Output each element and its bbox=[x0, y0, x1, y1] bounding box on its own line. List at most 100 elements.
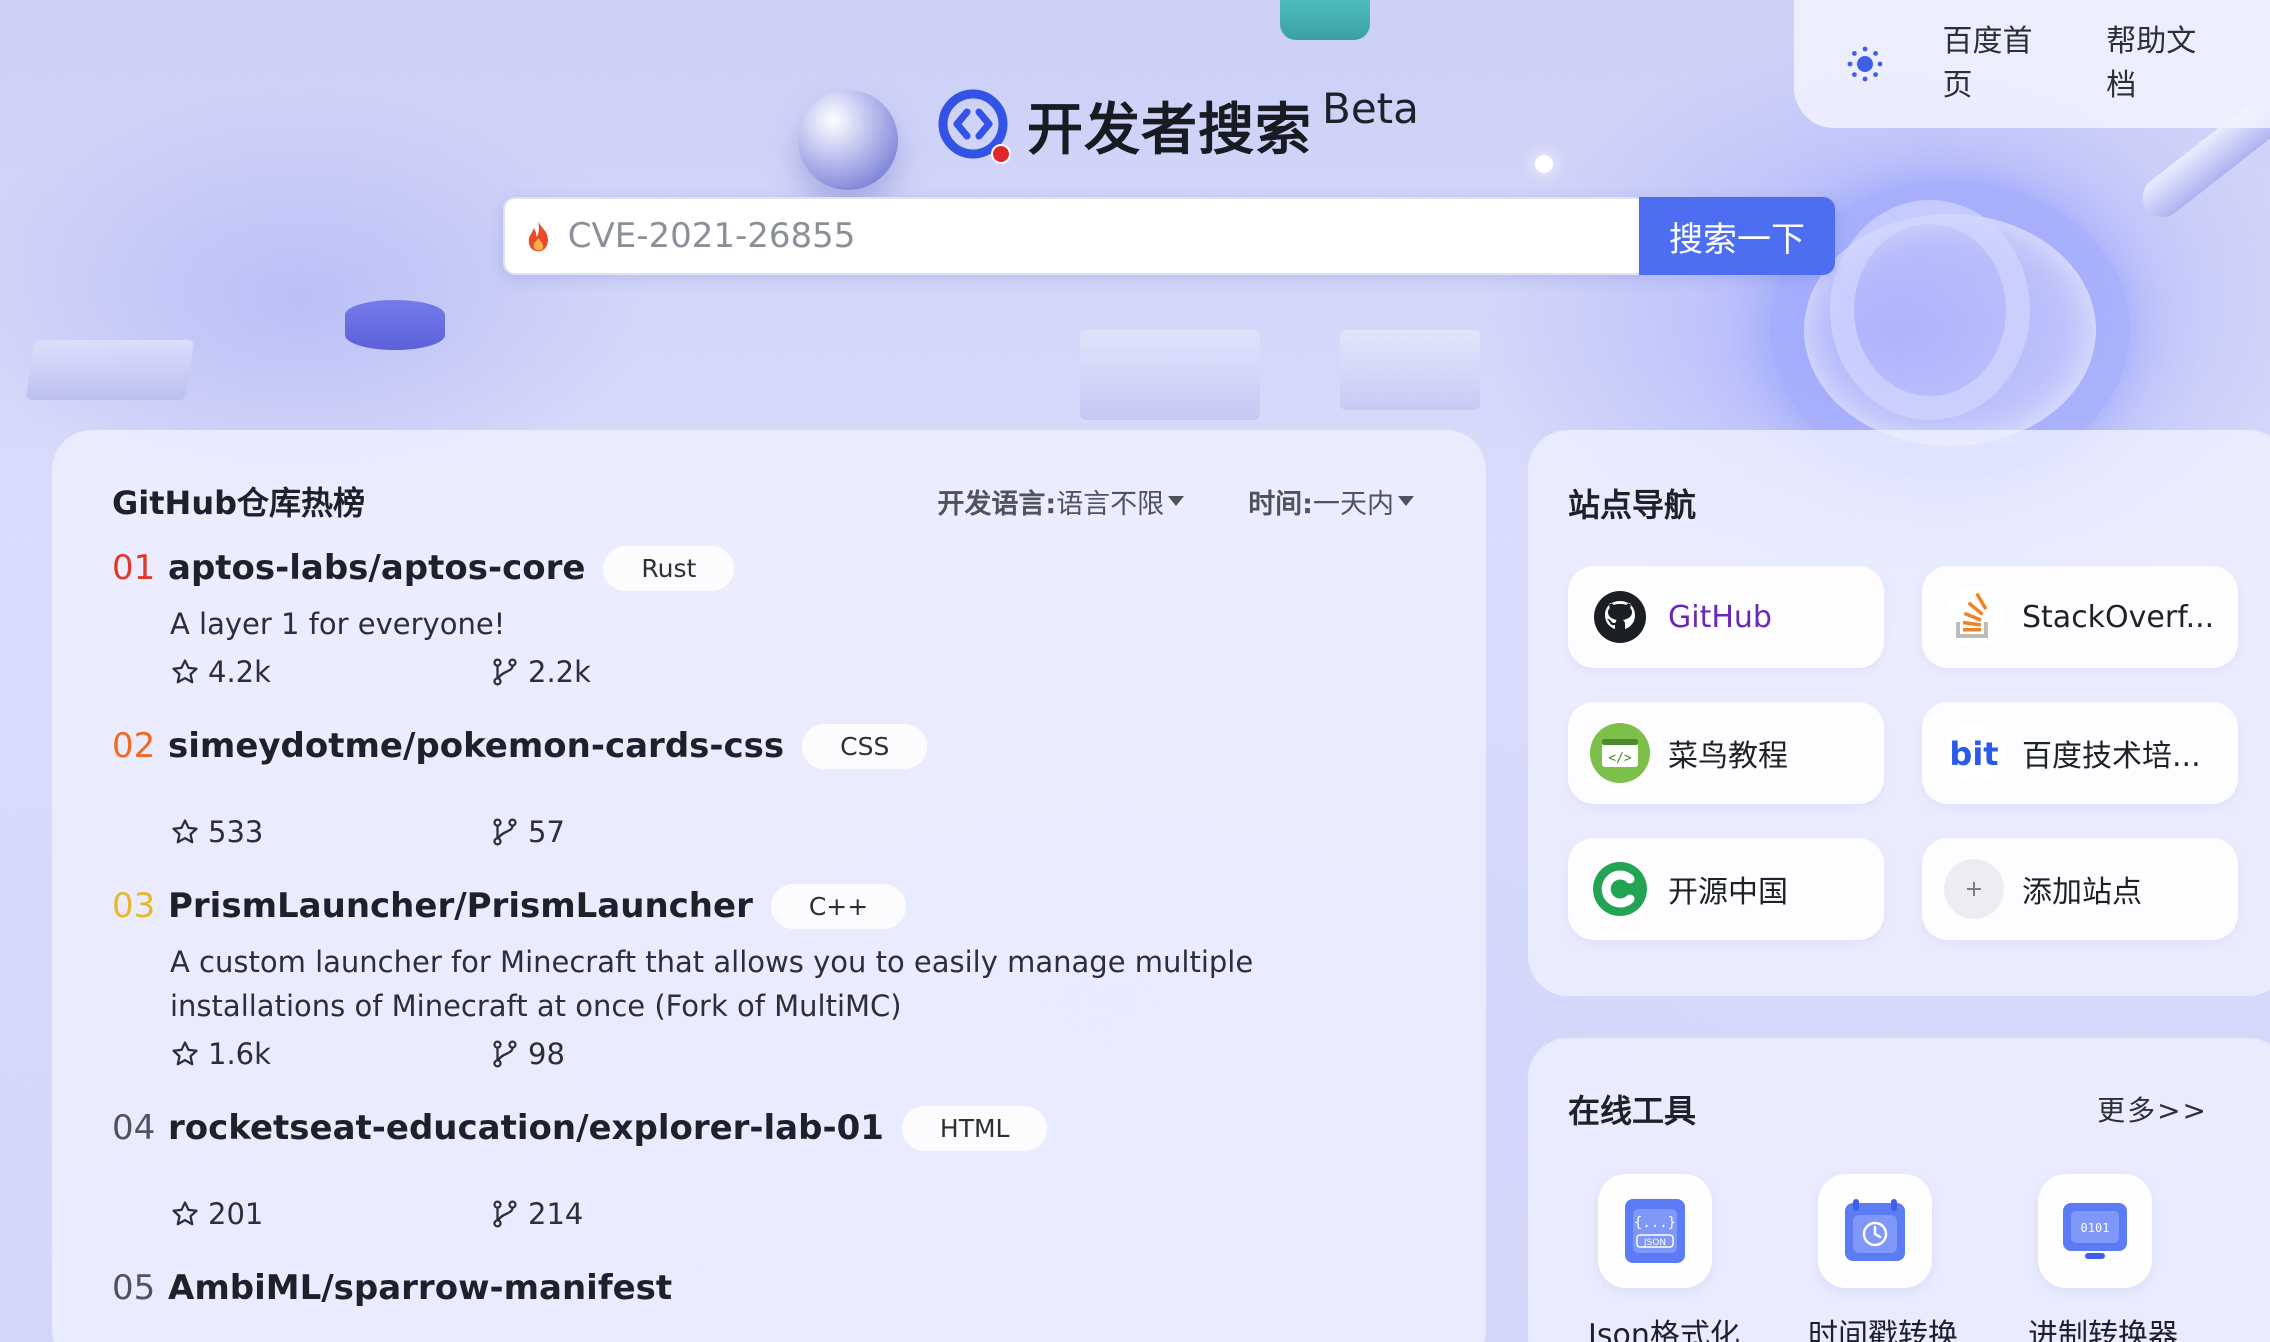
github-icon bbox=[1590, 587, 1650, 647]
svg-text:JSON: JSON bbox=[1643, 1238, 1666, 1248]
star-count: 1.6k bbox=[208, 1037, 271, 1071]
repo-forks: 98 bbox=[490, 1037, 810, 1071]
star-count: 533 bbox=[208, 815, 264, 849]
fork-count: 2.2k bbox=[528, 655, 591, 689]
star-icon bbox=[172, 819, 198, 844]
svg-text:0101: 0101 bbox=[2081, 1221, 2110, 1235]
site-item-runoob[interactable]: </> 菜鸟教程 bbox=[1568, 702, 1884, 804]
star-icon bbox=[172, 1041, 198, 1066]
repo-stats: 201 214 bbox=[170, 1194, 1426, 1234]
theme-toggle-sun-icon[interactable] bbox=[1844, 42, 1886, 86]
search-button[interactable]: 搜索一下 bbox=[1639, 197, 1835, 275]
filter-value: 一天内 bbox=[1313, 488, 1394, 520]
site-item-github[interactable]: GitHub bbox=[1568, 566, 1884, 668]
time-filter-dropdown[interactable]: 时间: 一天内 bbox=[1248, 482, 1414, 521]
repo-rank: 02 bbox=[112, 726, 156, 766]
repo-header: 03 PrismLauncher/PrismLauncher C++ bbox=[112, 878, 1426, 934]
site-label: 菜鸟教程 bbox=[1668, 739, 1788, 774]
repo-stars: 4.2k bbox=[170, 655, 490, 689]
background-sphere bbox=[798, 90, 898, 190]
runoob-icon: </> bbox=[1590, 723, 1650, 783]
filter-label: 开发语言: bbox=[937, 488, 1057, 520]
repo-stats: 4.2k 2.2k bbox=[170, 652, 1426, 692]
repo-forks: 2.2k bbox=[490, 655, 810, 689]
github-trending-title: GitHub仓库热榜 bbox=[112, 484, 366, 522]
repo-item: 02 simeydotme/pokemon-cards-css CSS 533 57 bbox=[112, 718, 1426, 852]
repo-header: 04 rocketseat-education/explorer-lab-01 HT… bbox=[112, 1100, 1426, 1156]
site-item-stackoverflow[interactable]: StackOverf... bbox=[1922, 566, 2238, 668]
caret-down-icon bbox=[1398, 496, 1414, 506]
online-tools-title: 在线工具 bbox=[1568, 1092, 1697, 1130]
github-trending-card: GitHub仓库热榜 开发语言: 语言不限 时间: 一天内 01 aptos-la… bbox=[52, 430, 1486, 1342]
hot-flame-icon bbox=[528, 220, 548, 252]
trending-filters: 开发语言: 语言不限 时间: 一天内 bbox=[873, 482, 1414, 521]
more-tools-link[interactable]: 更多>> bbox=[2097, 1089, 2208, 1129]
fork-count: 214 bbox=[528, 1197, 584, 1231]
svg-text:{...}: {...} bbox=[1634, 1215, 1676, 1231]
repo-name-link[interactable]: PrismLauncher/PrismLauncher bbox=[168, 886, 753, 926]
search-field[interactable] bbox=[503, 197, 1639, 275]
repo-language-tag: HTML bbox=[901, 1105, 1048, 1151]
site-label: GitHub bbox=[1668, 599, 1772, 635]
logo-beta-badge: Beta bbox=[1322, 84, 1419, 133]
site-label: 添加站点 bbox=[2022, 875, 2142, 910]
filter-value: 语言不限 bbox=[1056, 488, 1165, 520]
fork-icon bbox=[493, 1040, 517, 1068]
tool-radix-converter[interactable]: 0101 进制转换器 bbox=[2028, 1174, 2248, 1342]
repo-language-tag: Rust bbox=[603, 545, 735, 591]
add-site-button[interactable]: 添加站点 bbox=[1922, 838, 2238, 940]
search-input[interactable] bbox=[567, 216, 1639, 256]
repo-forks: 57 bbox=[490, 815, 810, 849]
repo-language-tag: CSS bbox=[802, 723, 928, 769]
site-item-oschina[interactable]: 开源中国 bbox=[1568, 838, 1884, 940]
tool-label: Json格式化 bbox=[1588, 1318, 1740, 1342]
background-decoration bbox=[1280, 0, 1370, 40]
help-docs-link[interactable]: 帮助文档 bbox=[2106, 20, 2222, 108]
repo-description: A layer 1 for everyone! bbox=[170, 607, 506, 641]
repo-rank: 04 bbox=[112, 1108, 156, 1148]
logo-text: 开发者搜索 bbox=[1027, 98, 1312, 163]
site-navigation-title: 站点导航 bbox=[1568, 486, 1697, 524]
top-nav-panel: 百度首页 帮助文档 bbox=[1794, 0, 2270, 128]
repo-stats: 533 57 bbox=[170, 812, 1426, 852]
stackoverflow-icon bbox=[1944, 587, 2004, 647]
site-grid: GitHub StackOverf... </> 菜鸟教程 bit 百度技术培.… bbox=[1568, 566, 2248, 940]
tool-timestamp-converter[interactable]: 时间戳转换 bbox=[1808, 1174, 2028, 1342]
repo-header: 02 simeydotme/pokemon-cards-css CSS bbox=[112, 718, 1426, 774]
developer-search-logo-icon bbox=[938, 89, 1011, 164]
site-navigation-card: 站点导航 GitHub StackOverf... </> 菜鸟教程 bit 百… bbox=[1528, 430, 2270, 996]
repo-rank: 03 bbox=[112, 886, 156, 926]
repo-header: 05 AmbiML/sparrow-manifest bbox=[112, 1260, 1426, 1316]
oschina-icon bbox=[1590, 859, 1650, 919]
repo-forks: 214 bbox=[490, 1197, 810, 1231]
background-glow bbox=[1535, 155, 1553, 173]
repo-name-link[interactable]: AmbiML/sparrow-manifest bbox=[168, 1268, 672, 1308]
site-item-baidu-bit[interactable]: bit 百度技术培... bbox=[1922, 702, 2238, 804]
tool-label: 进制转换器 bbox=[2028, 1318, 2178, 1342]
repo-stars: 1.6k bbox=[170, 1037, 490, 1071]
repo-description: A custom launcher for Minecraft that all… bbox=[170, 945, 1254, 1023]
repo-item: 05 AmbiML/sparrow-manifest bbox=[112, 1260, 1426, 1316]
site-logo[interactable]: 开发者搜索 Beta bbox=[937, 84, 1419, 164]
svg-text:bit: bit bbox=[1949, 735, 1998, 773]
background-block bbox=[1340, 330, 1480, 410]
star-icon bbox=[172, 659, 198, 684]
json-icon: {...} JSON bbox=[1598, 1174, 1712, 1288]
tool-json-formatter[interactable]: {...} JSON Json格式化 bbox=[1588, 1174, 1808, 1342]
repo-rank: 01 bbox=[112, 548, 156, 588]
language-filter-dropdown[interactable]: 开发语言: 语言不限 bbox=[937, 482, 1185, 521]
fork-icon bbox=[493, 658, 517, 686]
bit-icon: bit bbox=[1944, 723, 2004, 783]
radix-icon: 0101 bbox=[2038, 1174, 2152, 1288]
fork-count: 57 bbox=[528, 815, 565, 849]
repo-name-link[interactable]: rocketseat-education/explorer-lab-01 bbox=[168, 1108, 884, 1148]
fork-count: 98 bbox=[528, 1037, 565, 1071]
online-tools-card: 在线工具 更多>> {...} JSON Json格式化 时间戳转换 0101 … bbox=[1528, 1038, 2270, 1342]
repo-list: 01 aptos-labs/aptos-core Rust A layer 1 for… bbox=[112, 540, 1426, 1316]
repo-name-link[interactable]: simeydotme/pokemon-cards-css bbox=[168, 726, 784, 766]
repo-header: 01 aptos-labs/aptos-core Rust bbox=[112, 540, 1426, 596]
baidu-home-link[interactable]: 百度首页 bbox=[1942, 20, 2058, 108]
background-block bbox=[25, 340, 195, 400]
repo-name-link[interactable]: aptos-labs/aptos-core bbox=[168, 548, 585, 588]
tool-label: 时间戳转换 bbox=[1808, 1318, 1958, 1342]
